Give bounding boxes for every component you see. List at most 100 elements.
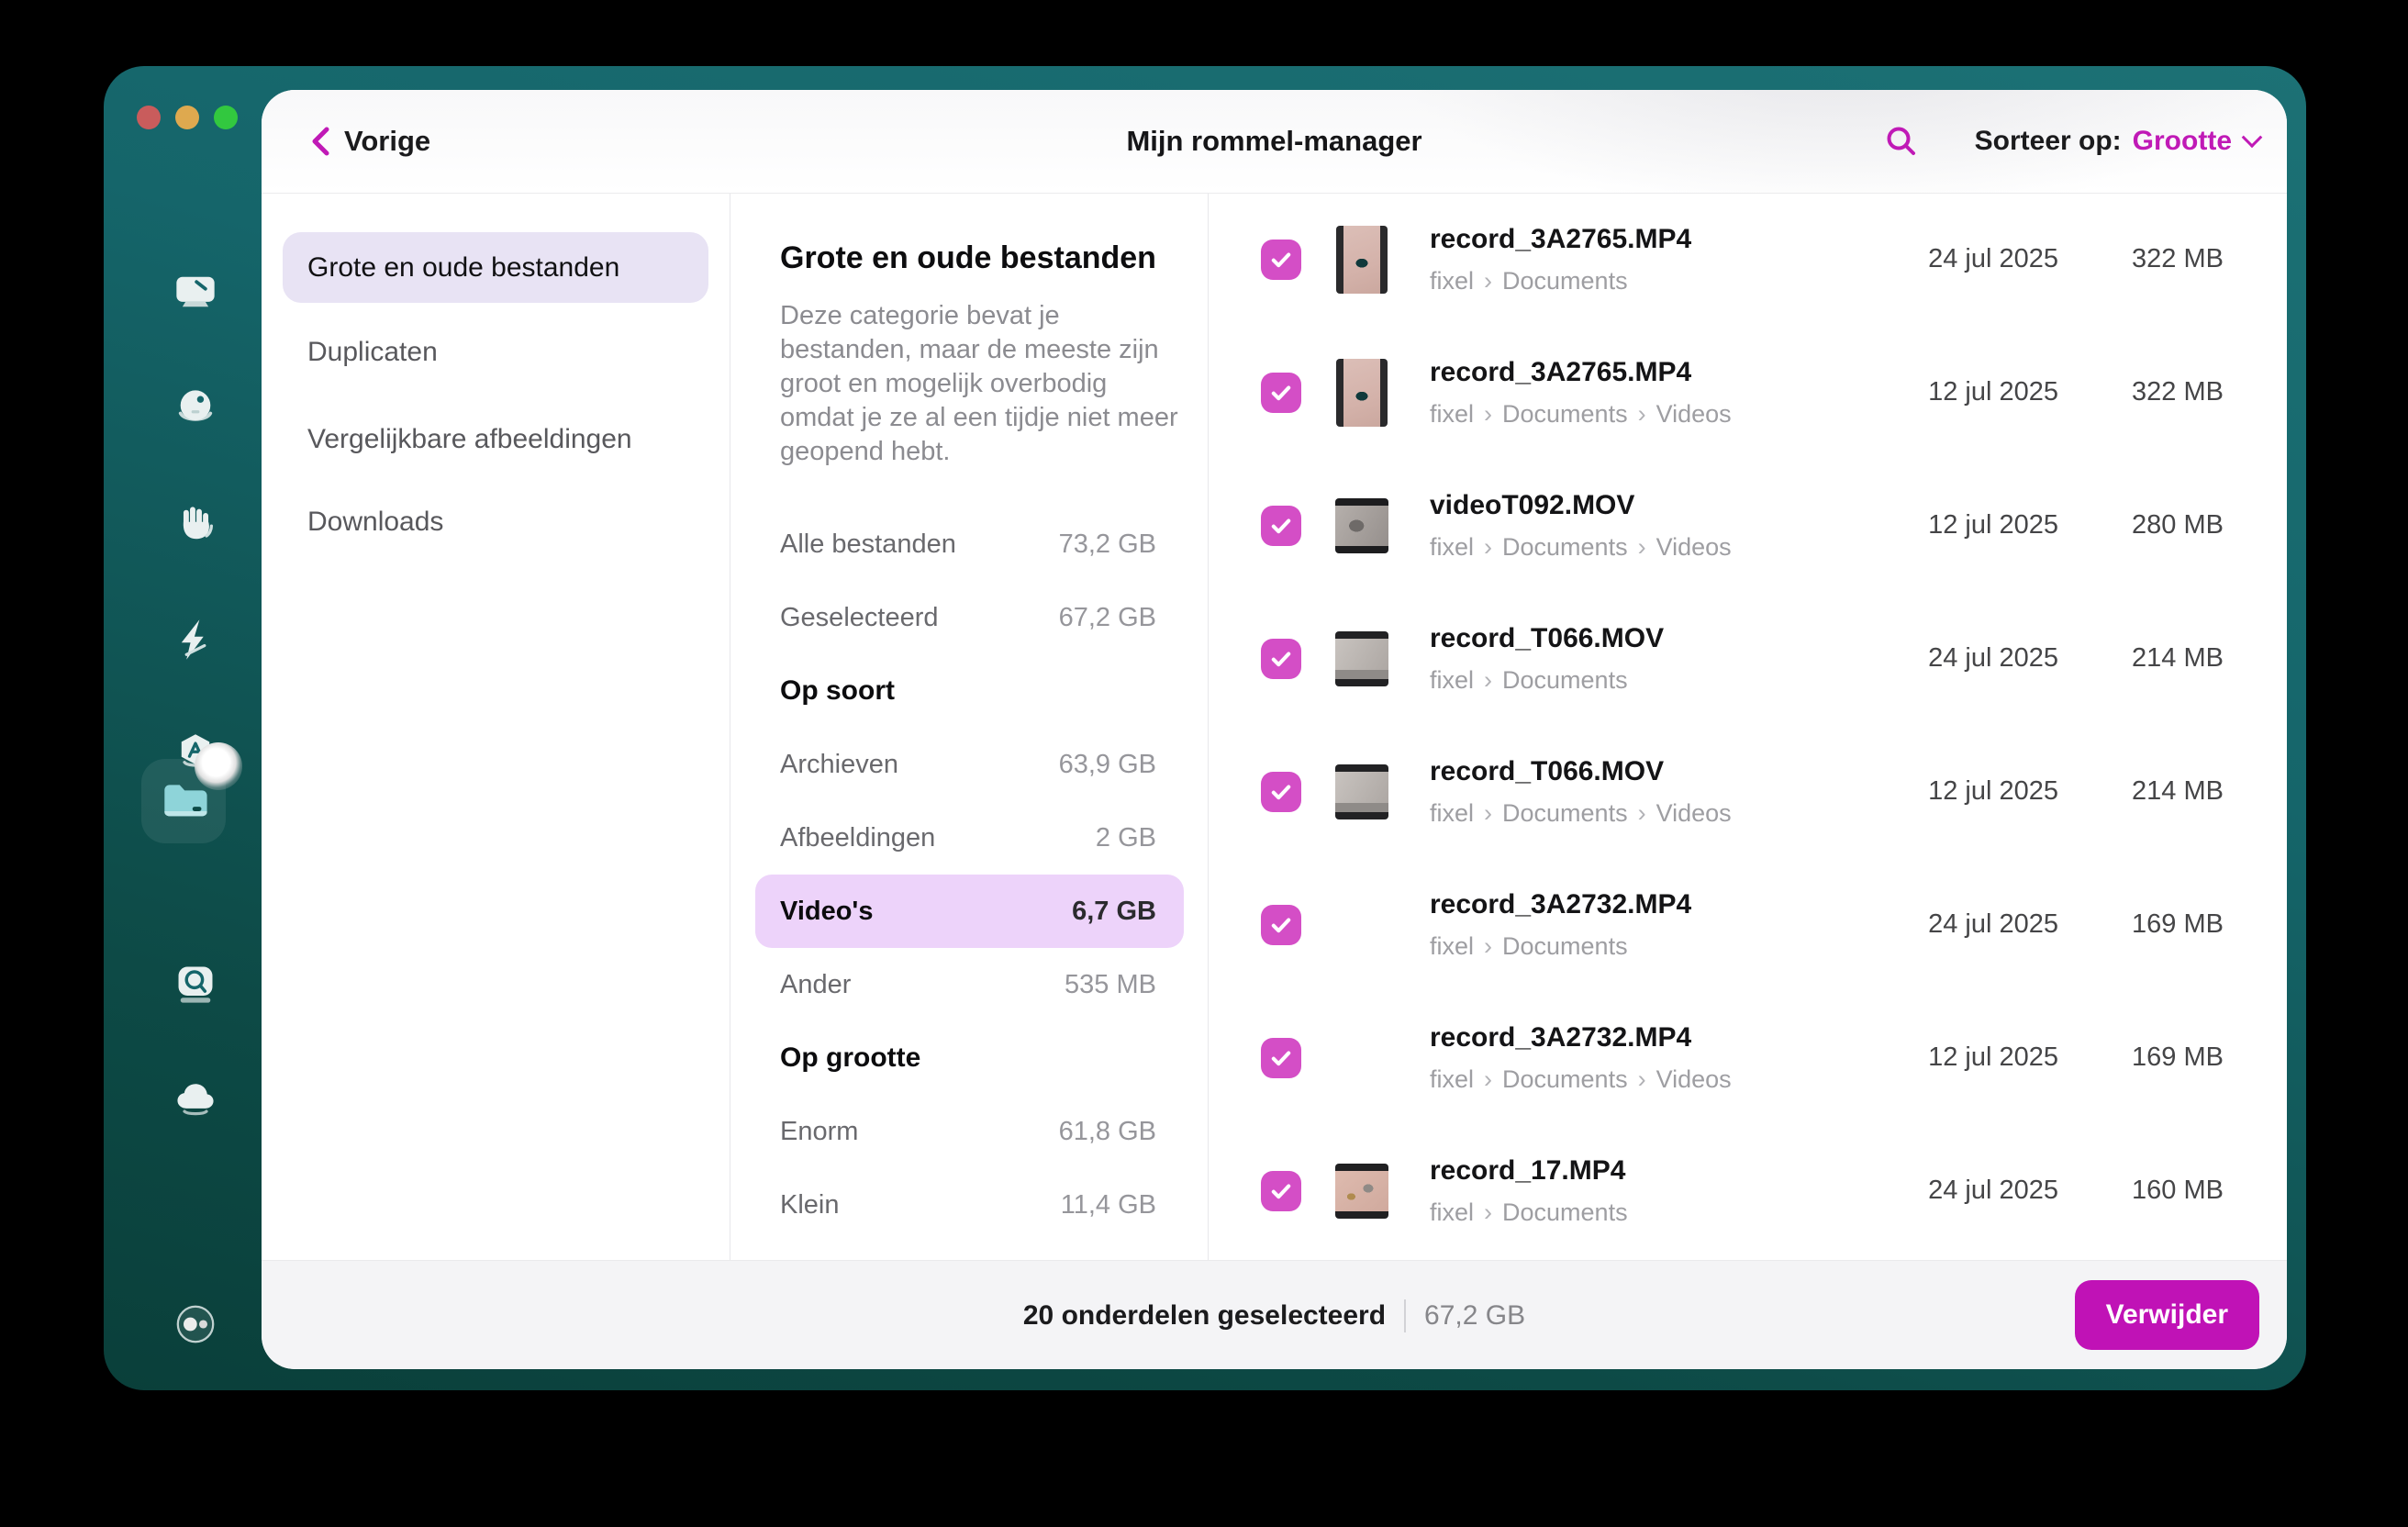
- file-checkbox[interactable]: [1261, 771, 1301, 812]
- breadcrumb: fixel › Documents › Videos: [1430, 799, 1732, 828]
- sidebar-item-cloud[interactable]: [162, 1065, 229, 1131]
- thumbnail-image: [1336, 358, 1388, 427]
- stat-row[interactable]: Op grootte: [755, 1021, 1184, 1095]
- breadcrumb-separator: ›: [1484, 1198, 1493, 1226]
- thumbnail-image: [1335, 497, 1388, 553]
- selection-summary: 20 onderdelen geselecteerd 67,2 GB: [262, 1261, 2287, 1369]
- checkmark-icon: [1271, 1051, 1291, 1065]
- stat-row[interactable]: Afbeeldingen 2 GB: [755, 801, 1184, 875]
- file-row[interactable]: record_T066.MOV fixel › Documents › Videos 1…: [1208, 725, 2287, 858]
- stat-row[interactable]: Enorm 61,8 GB: [755, 1095, 1184, 1168]
- thumbnail-image: [1335, 630, 1388, 686]
- stat-label: Geselecteerd: [780, 602, 939, 632]
- file-checkbox[interactable]: [1261, 372, 1301, 413]
- stat-label: Enorm: [780, 1116, 859, 1146]
- file-name: record_3A2732.MP4: [1430, 1021, 1692, 1053]
- sidebar-item-cleanup[interactable]: [162, 259, 229, 325]
- search-button[interactable]: [1881, 121, 1922, 162]
- breadcrumb-item: Documents: [1502, 665, 1628, 694]
- file-row[interactable]: videoT092.MOV fixel › Documents › Videos 12 …: [1208, 459, 2287, 592]
- breadcrumb-separator: ›: [1484, 399, 1493, 428]
- sidebar-item-my-clutter-active[interactable]: [141, 742, 242, 843]
- file-row[interactable]: record_T066.MOV fixel › Documents 24 jul 2…: [1208, 592, 2287, 725]
- file-date: 12 jul 2025: [1928, 510, 2058, 540]
- file-row[interactable]: record_3A2765.MP4 fixel › Documents › Videos…: [1208, 326, 2287, 459]
- file-name: record_T066.MOV: [1430, 755, 1665, 786]
- breadcrumb-item: Documents: [1502, 266, 1628, 295]
- nav-item[interactable]: Grote en oude bestanden: [283, 232, 708, 303]
- breadcrumb-item: fixel: [1430, 399, 1475, 428]
- file-size: 280 MB: [2132, 510, 2224, 540]
- stat-row[interactable]: Ander 535 MB: [755, 948, 1184, 1021]
- stat-label: Klein: [780, 1189, 840, 1220]
- sort-dropdown[interactable]: Sorteer op: Grootte: [1975, 90, 2263, 193]
- sidebar-item-assistant[interactable]: [162, 1291, 229, 1357]
- stat-label: Op grootte: [780, 1042, 921, 1073]
- checkmark-icon: [1271, 652, 1291, 666]
- file-info: record_17.MP4 fixel › Documents: [1430, 1155, 1628, 1227]
- file-checkbox[interactable]: [1261, 505, 1301, 546]
- nav-item[interactable]: Vergelijkbare afbeeldingen: [283, 404, 708, 474]
- breadcrumb-item: Documents: [1502, 399, 1628, 428]
- breadcrumb-item: Videos: [1656, 399, 1732, 428]
- file-row[interactable]: record_3A2765.MP4 fixel › Documents 24 jul…: [1208, 193, 2287, 326]
- stat-row[interactable]: Alle bestanden 73,2 GB: [755, 507, 1184, 581]
- file-size: 160 MB: [2132, 1176, 2224, 1205]
- nav-item[interactable]: Duplicaten: [283, 317, 708, 387]
- file-checkbox[interactable]: [1261, 1170, 1301, 1211]
- breadcrumb-item: fixel: [1430, 665, 1475, 694]
- sidebar-item-smart-care[interactable]: [162, 375, 229, 441]
- stat-row[interactable]: Archieven 63,9 GB: [755, 728, 1184, 801]
- file-checkbox[interactable]: [1261, 1037, 1301, 1078]
- cleanup-desk-icon: [176, 276, 215, 307]
- file-name: record_3A2732.MP4: [1430, 888, 1692, 920]
- file-name: record_T066.MOV: [1430, 622, 1665, 653]
- stat-row[interactable]: Geselecteerd 67,2 GB: [755, 581, 1184, 654]
- thumbnail-image: [1335, 1163, 1388, 1219]
- close-window-button[interactable]: [137, 106, 161, 129]
- stat-row[interactable]: Video's 6,7 GB: [755, 875, 1184, 948]
- stat-row[interactable]: Klein 11,4 GB: [755, 1168, 1184, 1242]
- breadcrumb-item: fixel: [1430, 931, 1475, 960]
- breadcrumb: fixel › Documents: [1430, 1198, 1628, 1227]
- file-checkbox[interactable]: [1261, 638, 1301, 679]
- breadcrumb-item: Documents: [1502, 532, 1628, 561]
- file-size: 169 MB: [2132, 909, 2224, 939]
- detail-panel: Grote en oude bestanden Deze categorie b…: [730, 193, 1208, 1260]
- file-checkbox[interactable]: [1261, 904, 1301, 945]
- delete-button[interactable]: Verwijder: [2074, 1280, 2259, 1350]
- file-size: 322 MB: [2132, 244, 2224, 273]
- file-checkbox[interactable]: [1261, 239, 1301, 280]
- sidebar-item-space-lens[interactable]: [162, 951, 229, 1017]
- content-panel: Vorige Mijn rommel-manager Sorteer op: G…: [262, 90, 2287, 1369]
- thumbnail-image: [1335, 897, 1388, 953]
- file-info: record_3A2765.MP4 fixel › Documents › Videos: [1430, 357, 1732, 429]
- file-date: 12 jul 2025: [1928, 776, 2058, 806]
- file-size: 214 MB: [2132, 776, 2224, 806]
- stat-value: 73,2 GB: [1058, 529, 1156, 559]
- breadcrumb: fixel › Documents: [1430, 932, 1691, 961]
- breadcrumb-item: fixel: [1430, 1198, 1475, 1226]
- sidebar-item-protection[interactable]: [162, 492, 229, 558]
- stat-row[interactable]: Op soort: [755, 654, 1184, 728]
- breadcrumb-separator: ›: [1637, 532, 1646, 561]
- file-row[interactable]: record_17.MP4 fixel › Documents 24 jul 202…: [1208, 1124, 2287, 1257]
- smart-ball-icon: [178, 390, 213, 421]
- sidebar-item-performance[interactable]: [162, 607, 229, 673]
- stat-label: Video's: [780, 896, 874, 926]
- breadcrumb-separator: ›: [1484, 665, 1493, 694]
- stat-label: Archieven: [780, 749, 898, 779]
- breadcrumb-item: fixel: [1430, 266, 1475, 295]
- file-row[interactable]: record_3A2732.MP4 fixel › Documents › Videos…: [1208, 991, 2287, 1124]
- zoom-window-button[interactable]: [214, 106, 238, 129]
- stat-label: Ander: [780, 969, 852, 999]
- nav-item[interactable]: Downloads: [283, 486, 708, 557]
- stat-value: 61,8 GB: [1058, 1116, 1156, 1146]
- breadcrumb-separator: ›: [1484, 532, 1493, 561]
- thumbnail-image: [1336, 225, 1388, 294]
- minimize-window-button[interactable]: [175, 106, 199, 129]
- file-name: record_17.MP4: [1430, 1154, 1626, 1186]
- file-row[interactable]: record_3A2732.MP4 fixel › Documents 24 jul…: [1208, 858, 2287, 991]
- stat-value: 535 MB: [1065, 969, 1156, 999]
- file-info: record_3A2765.MP4 fixel › Documents: [1430, 224, 1691, 295]
